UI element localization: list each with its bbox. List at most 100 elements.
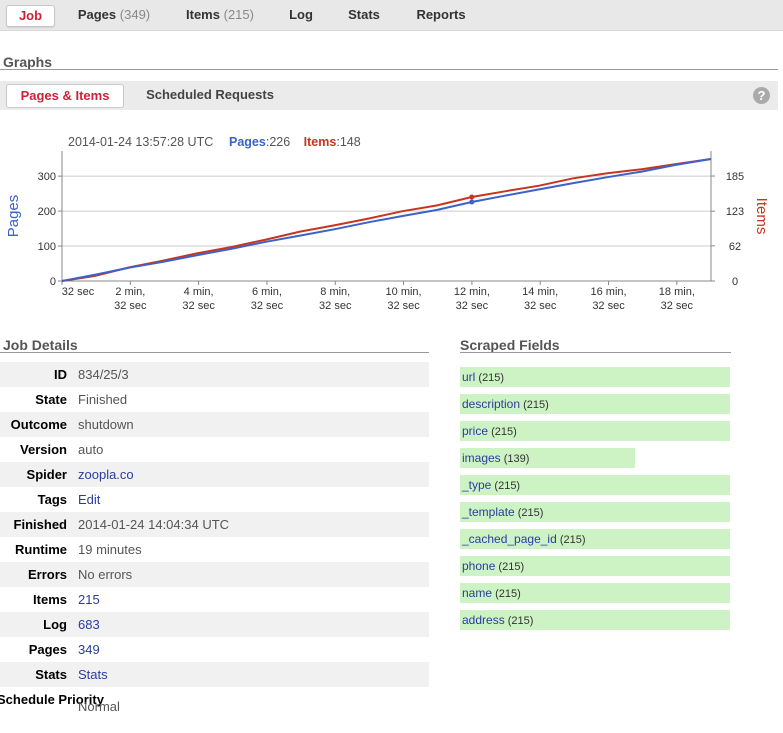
detail-value: No errors [78,567,133,582]
help-icon[interactable]: ? [753,87,770,104]
left-tick-label: 100 [38,241,56,253]
tab-log[interactable]: Log [282,5,320,25]
detail-label: Pages [28,642,67,657]
left-tick-label: 0 [50,276,56,288]
detail-label: Errors [27,567,67,582]
scraped-field-count: (215) [492,588,521,600]
scraped-field-name[interactable]: description [462,397,520,411]
scraped-field-bar: phone (215) [460,556,730,576]
scraped-field-bar: description (215) [460,394,730,414]
scraped-field-bar: price (215) [460,421,730,441]
job-details-title: Job Details [3,337,78,353]
scraped-field-name[interactable]: _template [462,505,515,519]
series-line-pages [61,158,712,282]
detail-value-link[interactable]: Edit [78,487,100,512]
scraped-field-bar: _template (215) [460,502,730,522]
detail-row: Log 683 [0,612,429,637]
scraped-field-bar: _cached_page_id (215) [460,529,730,549]
detail-label: Version [20,442,67,457]
tab-items-label: Items [186,7,220,22]
x-tick-label: 10 min, 32 sec [386,286,422,312]
detail-value: Finished [78,392,128,407]
detail-value: 834/25/3 [78,367,129,382]
scraped-field-name[interactable]: images [462,451,501,465]
tab-job[interactable]: Job [6,5,55,27]
tab-log-label: Log [289,7,313,22]
scraped-fields-divider [460,352,731,353]
detail-value-link[interactable]: 683 [78,612,100,637]
tab-pages[interactable]: Pages (349) [70,5,158,25]
scraped-field-name[interactable]: price [462,424,488,438]
graph-subnav: Pages & Items Scheduled Requests [0,81,778,110]
detail-value-link[interactable]: 215 [78,587,100,612]
tab-items-count: (215) [223,7,254,22]
readout-pages-name: Pages [229,135,266,149]
x-tick-label: 6 min, 32 sec [251,286,284,312]
right-tick-label: 185 [726,171,744,183]
tab-reports-label: Reports [416,7,466,22]
subtab-pages-items[interactable]: Pages & Items [6,84,124,108]
detail-row: Tags Edit [0,487,429,512]
tab-reports[interactable]: Reports [410,5,472,25]
detail-row: Version auto [0,437,429,462]
scraped-field-count: (215) [495,561,525,573]
series-point-pages [469,199,475,205]
x-tick-label: 8 min, 32 sec [319,286,352,312]
readout-items-name: Items [304,135,337,149]
scraped-field-name[interactable]: name [462,586,492,600]
x-tick-label: 18 min, 32 sec [659,286,695,312]
detail-row: Stats Stats [0,662,429,687]
scraped-fields-title: Scraped Fields [460,337,560,353]
detail-label: Items [33,592,67,607]
x-tick-label: 16 min, 32 sec [590,286,626,312]
left-axis-label: Pages [5,195,22,238]
scraped-field-name[interactable]: _type [462,478,491,492]
detail-value-link[interactable]: zoopla.co [78,462,134,487]
tab-pages-count: (349) [119,7,151,22]
detail-label: ID [54,367,67,382]
subtab-scheduled-requests[interactable]: Scheduled Requests [140,84,280,106]
scraped-field-name[interactable]: address [462,613,505,627]
left-tick-label: 300 [38,171,56,183]
top-nav: Job Pages (349) Items (215) Log Stats Re… [0,0,783,31]
detail-label: Finished [13,517,67,532]
detail-row: Items 215 [0,587,429,612]
detail-value: Normal [78,699,120,714]
right-tick-label: 0 [732,276,738,288]
graphs-divider [0,69,778,70]
scraped-field-bar: url (215) [460,367,730,387]
scraped-field-name[interactable]: url [462,370,475,384]
right-axis-label: Items [753,198,770,235]
detail-label: State [35,392,67,407]
series-point-items [469,194,475,200]
scraped-field-count: (215) [488,426,517,438]
tab-items[interactable]: Items (215) [180,5,260,25]
detail-value: shutdown [78,417,134,432]
detail-value-link[interactable]: 349 [78,637,100,662]
detail-row: Pages 349 [0,637,429,662]
job-details-divider [0,352,429,353]
x-tick-label: 2 min, 32 sec [114,286,147,312]
pages-items-chart: 2014-01-24 13:57:28 UTC Pages:226 Items:… [5,135,770,312]
left-tick-label: 200 [38,206,56,218]
detail-row: Runtime 19 minutes [0,537,429,562]
detail-label: Stats [35,667,67,682]
scraped-field-count: (139) [500,453,530,465]
scraped-field-count: (215) [514,507,544,519]
scraped-field-bar: name (215) [460,583,730,603]
scraped-field-name[interactable]: phone [462,559,495,573]
chart-readout: Pages:226 Items:148 [229,135,361,149]
scraped-field-bar: images (139) [460,448,635,468]
detail-value-link[interactable]: Stats [78,662,108,687]
scraped-fields-list: url (215) description (215) price (215) ima… [460,367,730,637]
detail-label: Schedule Priority [0,692,104,707]
scraped-field-name[interactable]: _cached_page_id [462,532,557,546]
detail-label: Log [43,617,67,632]
x-tick-label: 12 min, 32 sec [454,286,490,312]
detail-row: Finished 2014-01-24 14:04:34 UTC [0,512,429,537]
detail-row: ID 834/25/3 [0,362,429,387]
tab-job-label: Job [18,8,43,23]
chart-timestamp: 2014-01-24 13:57:28 UTC [68,135,213,149]
tab-stats[interactable]: Stats [340,5,388,25]
detail-row: Spider zoopla.co [0,462,429,487]
